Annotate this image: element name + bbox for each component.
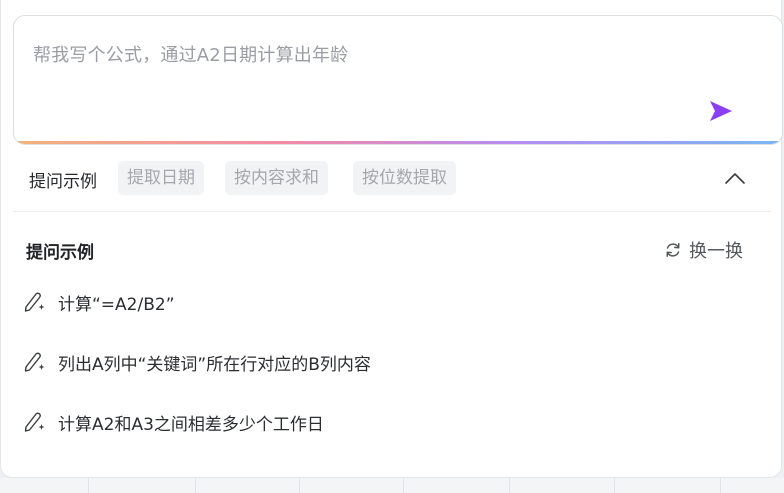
example-item-text[interactable]: 列出A列中“关键词”所在行对应的B列内容	[58, 350, 371, 375]
chip-sum-by-content[interactable]: 按内容求和	[225, 161, 328, 195]
send-button[interactable]	[706, 96, 736, 126]
sheet-grid-strip	[0, 478, 784, 493]
grid-line	[403, 478, 404, 493]
example-item-1[interactable]: 计算“=A2/B2”	[23, 289, 175, 315]
section-title: 提问示例	[26, 243, 94, 263]
grid-line	[614, 478, 615, 493]
chevron-up-icon[interactable]	[723, 168, 747, 190]
magic-pen-icon	[24, 412, 45, 432]
chip-extract-by-digits[interactable]: 按位数提取	[353, 161, 456, 195]
grid-line	[509, 478, 510, 493]
send-icon[interactable]	[708, 99, 734, 123]
grid-line	[195, 478, 196, 493]
example-item-3[interactable]: 计算A2和A3之间相差多少个工作日	[23, 409, 324, 435]
prompt-input-box[interactable]: 帮我写个公式，通过A2日期计算出年龄	[13, 15, 783, 145]
examples-bar-title: 提问示例	[29, 172, 97, 192]
example-item-text[interactable]: 计算A2和A3之间相差多少个工作日	[58, 410, 324, 435]
grid-line	[299, 478, 300, 493]
grid-line	[88, 478, 89, 493]
magic-pen-icon	[24, 292, 45, 312]
input-gradient-underline	[14, 141, 782, 144]
examples-bar: 提问示例 提取日期 按内容求和 按位数提取	[13, 158, 771, 200]
grid-line	[720, 478, 721, 493]
refresh-label[interactable]: 换一换	[689, 237, 743, 263]
prompt-input-placeholder[interactable]: 帮我写个公式，通过A2日期计算出年龄	[33, 41, 348, 67]
divider	[13, 211, 771, 212]
example-item-text[interactable]: 计算“=A2/B2”	[58, 290, 175, 315]
chip-extract-date[interactable]: 提取日期	[118, 161, 204, 195]
refresh-button[interactable]: 换一换	[663, 238, 743, 262]
refresh-icon[interactable]	[663, 240, 683, 260]
example-item-2[interactable]: 列出A列中“关键词”所在行对应的B列内容	[23, 349, 371, 375]
ai-formula-panel: 帮我写个公式，通过A2日期计算出年龄 提问示例 提取日期 按内容求和 按位数提取…	[0, 0, 783, 478]
magic-pen-icon	[24, 352, 45, 372]
